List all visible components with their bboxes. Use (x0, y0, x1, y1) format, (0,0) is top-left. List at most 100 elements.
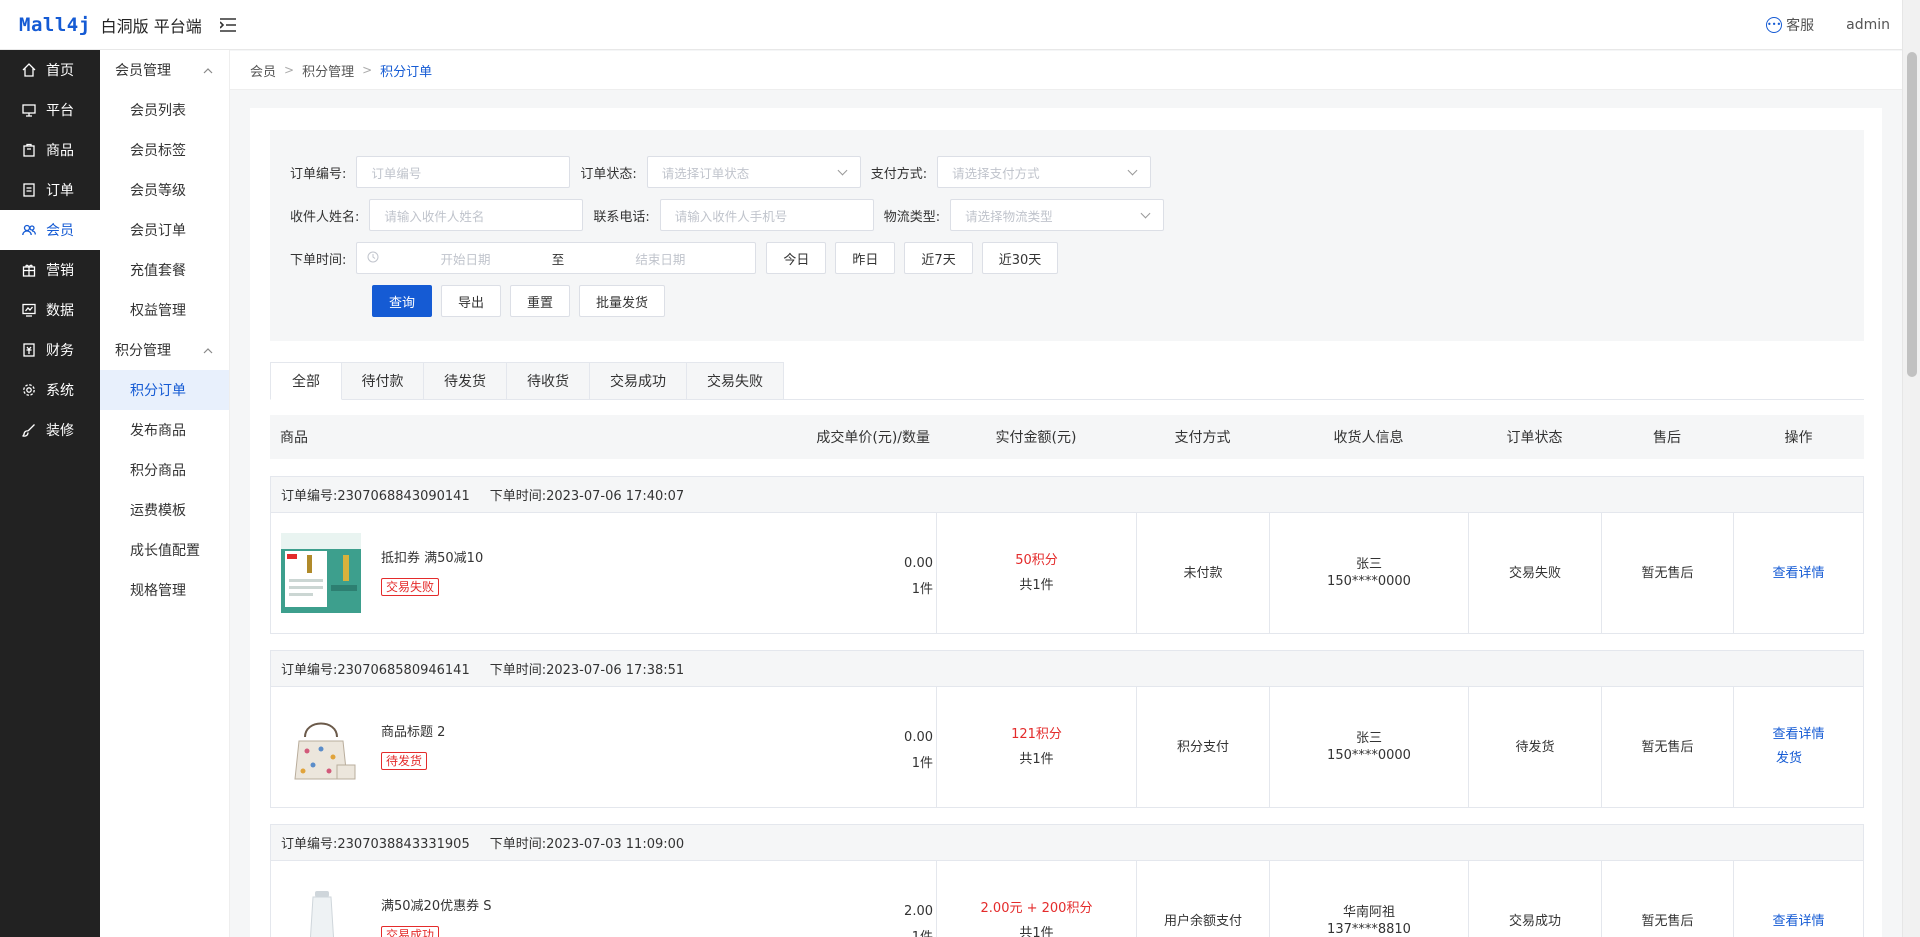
last-30-days-button[interactable]: 近30天 (981, 242, 1059, 274)
tab-failed[interactable]: 交易失败 (687, 362, 784, 400)
column-header: 实付金额(元) (995, 430, 1077, 446)
table-header: 商品 成交单价(元)/数量 实付金额(元) 支付方式 收货人信息 订单状态 售后… (270, 415, 1864, 459)
sidebar-item-label: 系统 (46, 383, 74, 399)
logo-text: Mall4j (19, 13, 91, 36)
submenu-item-recharge-packages[interactable]: 充值套餐 (100, 250, 229, 290)
submenu-item-publish-goods[interactable]: 发布商品 (100, 410, 229, 450)
receiver-name-input[interactable]: 请输入收件人姓名 (369, 199, 584, 231)
top-header: Mall4j 白洞版 平台端 ••• 客服 admin (0, 0, 1902, 50)
submenu-item-member-list[interactable]: 会员列表 (100, 90, 229, 130)
menu-collapse-icon[interactable] (218, 15, 238, 35)
breadcrumb-item[interactable]: 会员 (250, 61, 276, 80)
tab-pending-receipt[interactable]: 待收货 (507, 362, 590, 400)
logistics-select[interactable]: 请选择物流类型 (950, 199, 1165, 231)
submenu-item-points-orders[interactable]: 积分订单 (100, 370, 229, 410)
operations-cell: 查看详情 发货 (1733, 687, 1863, 807)
submenu-item-member-tags[interactable]: 会员标签 (100, 130, 229, 170)
tab-all[interactable]: 全部 (270, 362, 342, 400)
ship-link[interactable]: 发货 (1776, 747, 1802, 771)
submenu-item-shipping-templates[interactable]: 运费模板 (100, 490, 229, 530)
submenu-item-growth-config[interactable]: 成长值配置 (100, 530, 229, 570)
batch-ship-button[interactable]: 批量发货 (579, 285, 666, 317)
sidebar-item-system[interactable]: 系统 (0, 370, 100, 410)
quantity: 1件 (911, 582, 933, 597)
sidebar-item-platform[interactable]: 平台 (0, 90, 100, 130)
page-scrollbar[interactable] (1902, 0, 1920, 937)
order-status-tabs: 全部 待付款 待发货 待收货 交易成功 交易失败 (270, 362, 1864, 400)
last-7-days-button[interactable]: 近7天 (904, 242, 973, 274)
submenu-group-members[interactable]: 会员管理 (100, 50, 229, 90)
phone-label: 联系电话: (593, 209, 650, 225)
submenu-item-member-levels[interactable]: 会员等级 (100, 170, 229, 210)
product-name[interactable]: 抵扣券 满50减10 (381, 547, 483, 566)
export-button[interactable]: 导出 (441, 285, 502, 317)
sidebar-item-data[interactable]: 数据 (0, 290, 100, 330)
view-details-link[interactable]: 查看详情 (1772, 723, 1824, 747)
order-no-input[interactable]: 订单编号 (356, 156, 571, 188)
sidebar-item-label: 财务 (46, 343, 74, 359)
product-name[interactable]: 商品标题 2 (381, 721, 445, 740)
view-details-link[interactable]: 查看详情 (1772, 565, 1824, 582)
submenu-item-member-orders[interactable]: 会员订单 (100, 210, 229, 250)
total-qty: 共1件 (1019, 752, 1054, 767)
pay-method-select[interactable]: 请选择支付方式 (937, 156, 1152, 188)
sidebar-item-orders[interactable]: 订单 (0, 170, 100, 210)
gear-icon (22, 383, 36, 397)
unit-price: 2.00 (904, 904, 933, 919)
start-date-input[interactable]: 开始日期 (391, 249, 541, 268)
receiver-phone: 150****0000 (1327, 748, 1411, 763)
product-image[interactable] (281, 707, 361, 787)
primary-sidebar: 首页 平台 商品 订单 会员 营销 数据 财务 系统 装修 (0, 50, 100, 937)
sidebar-item-home[interactable]: 首页 (0, 50, 100, 90)
breadcrumb-current: 积分订单 (380, 64, 433, 80)
product-name[interactable]: 满50减20优惠券 S (381, 895, 491, 914)
tab-completed[interactable]: 交易成功 (590, 362, 687, 400)
select-placeholder: 请选择订单状态 (661, 165, 750, 181)
submenu-item-spec-management[interactable]: 规格管理 (100, 570, 229, 610)
product-image[interactable] (281, 533, 361, 613)
receiver-name: 张三 (1355, 557, 1382, 572)
sidebar-item-label: 会员 (46, 223, 74, 239)
yesterday-button[interactable]: 昨日 (835, 242, 896, 274)
search-button[interactable]: 查询 (372, 285, 433, 317)
submenu-item-benefits[interactable]: 权益管理 (100, 290, 229, 330)
view-details-link[interactable]: 查看详情 (1772, 913, 1824, 930)
order-status-select[interactable]: 请选择订单状态 (646, 156, 861, 188)
receiver-cell: 华南阿祖 137****8810 (1269, 861, 1468, 937)
tab-pending-payment[interactable]: 待付款 (342, 362, 424, 400)
pay-method-cell: 未付款 (1136, 513, 1269, 633)
table-row: 商品标题 2 待发货 0.00 1件 121积分 共1件 积分支付 张三 150… (271, 687, 1863, 807)
tab-pending-shipment[interactable]: 待发货 (424, 362, 507, 400)
unit-price-qty: 0.00 1件 (904, 725, 933, 777)
submenu-item-points-goods[interactable]: 积分商品 (100, 450, 229, 490)
sidebar-item-marketing[interactable]: 营销 (0, 250, 100, 290)
brush-icon (22, 423, 36, 437)
gift-icon (22, 263, 36, 277)
scrollbar-thumb[interactable] (1907, 52, 1917, 377)
sidebar-item-label: 平台 (46, 103, 74, 119)
sidebar-item-goods[interactable]: 商品 (0, 130, 100, 170)
order-time: 下单时间:2023-07-03 11:09:00 (489, 837, 685, 852)
end-date-input[interactable]: 结束日期 (575, 249, 745, 268)
date-range-picker[interactable]: 开始日期 至 结束日期 (356, 242, 757, 274)
column-header: 操作 (1784, 430, 1813, 446)
phone-input[interactable]: 请输入收件人手机号 (659, 199, 874, 231)
sidebar-item-decoration[interactable]: 装修 (0, 410, 100, 450)
receiver-phone: 150****0000 (1327, 574, 1411, 589)
today-button[interactable]: 今日 (766, 242, 827, 274)
breadcrumb: 会员 > 积分管理 > 积分订单 (230, 51, 1902, 90)
sidebar-item-members[interactable]: 会员 (0, 210, 100, 250)
order-status-cell: 交易成功 (1468, 861, 1601, 937)
breadcrumb-item[interactable]: 积分管理 (302, 61, 354, 80)
customer-service-button[interactable]: ••• 客服 (1766, 15, 1814, 35)
logo[interactable]: Mall4j 白洞版 平台端 (0, 13, 202, 37)
status-tag: 交易失败 (381, 578, 440, 596)
submenu-group-points[interactable]: 积分管理 (100, 330, 229, 370)
sidebar-item-finance[interactable]: 财务 (0, 330, 100, 370)
reset-button[interactable]: 重置 (510, 285, 571, 317)
user-menu[interactable]: admin (1846, 17, 1890, 33)
amount-cell: 2.00元 + 200积分 共1件 (936, 861, 1136, 937)
product-image[interactable] (281, 881, 361, 937)
submenu-group-label: 积分管理 (115, 343, 171, 359)
order-number: 订单编号:2307038843331905 (281, 837, 470, 852)
